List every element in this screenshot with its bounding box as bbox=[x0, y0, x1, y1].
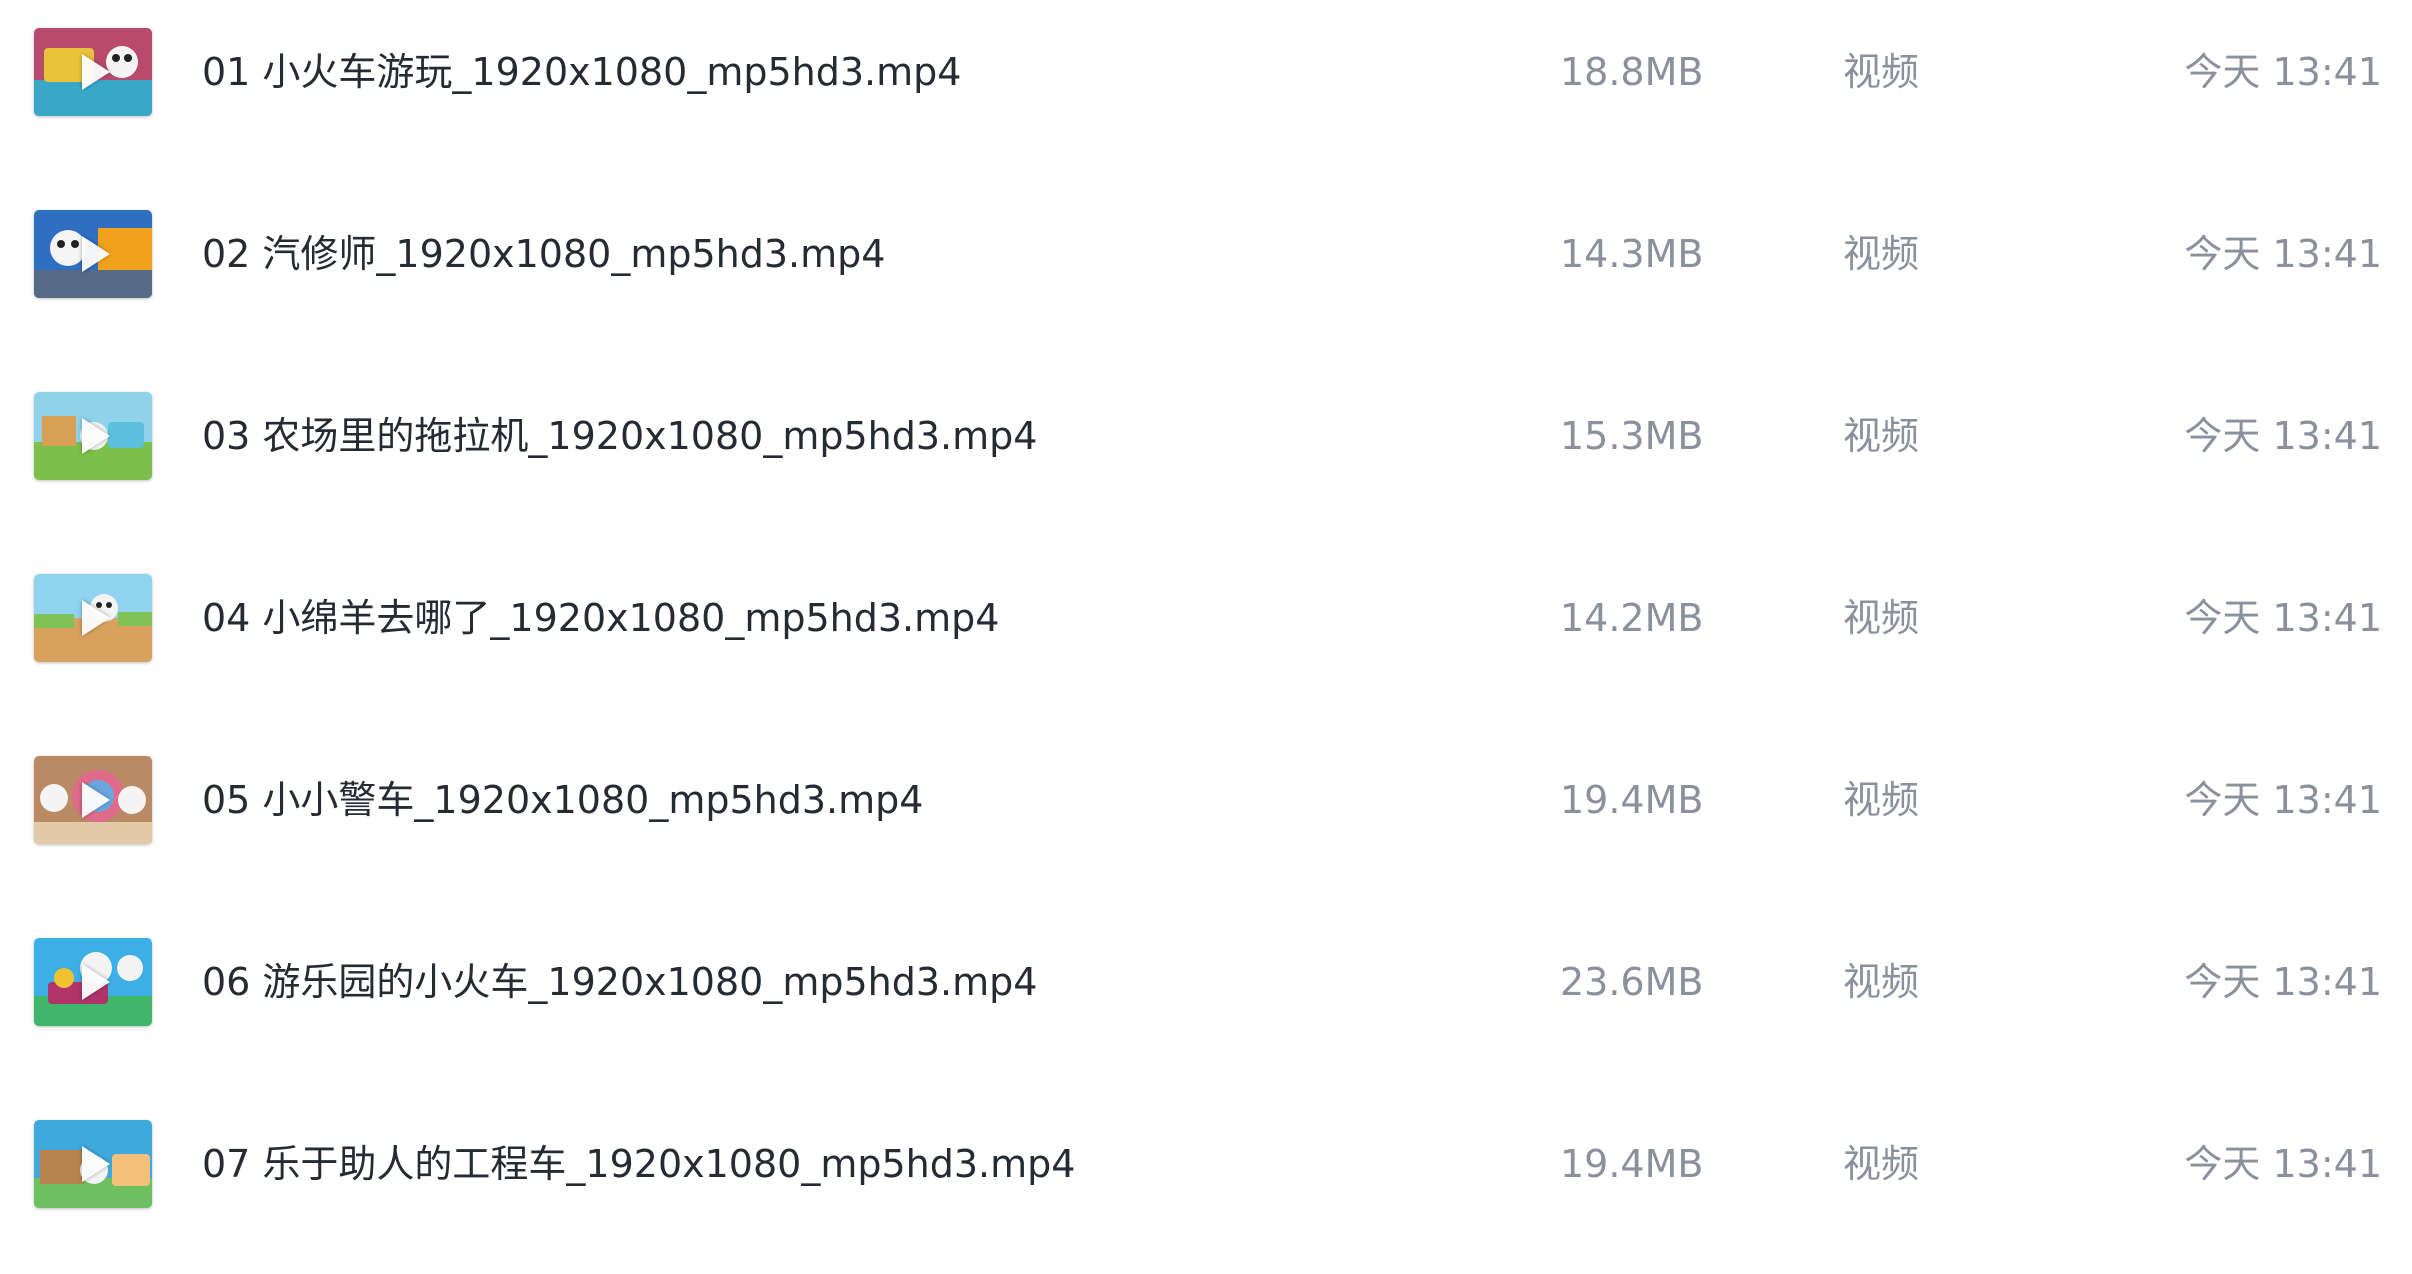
file-type: 视频 bbox=[1843, 960, 1920, 1004]
file-modified: 今天 13:41 bbox=[2184, 232, 2382, 276]
file-row[interactable]: 02 汽修师_1920x1080_mp5hd3.mp4 14.3MB 视频 今天… bbox=[0, 182, 2412, 364]
file-modified: 今天 13:41 bbox=[2184, 596, 2382, 640]
file-list: 01 小火车游玩_1920x1080_mp5hd3.mp4 18.8MB 视频 … bbox=[0, 0, 2412, 1221]
file-row[interactable]: 01 小火车游玩_1920x1080_mp5hd3.mp4 18.8MB 视频 … bbox=[0, 0, 2412, 182]
file-size: 15.3MB bbox=[1560, 414, 1704, 458]
file-size: 19.4MB bbox=[1560, 1142, 1704, 1186]
file-modified: 今天 13:41 bbox=[2184, 414, 2382, 458]
file-modified: 今天 13:41 bbox=[2184, 960, 2382, 1004]
file-row[interactable]: 05 小小警车_1920x1080_mp5hd3.mp4 19.4MB 视频 今… bbox=[0, 728, 2412, 910]
play-icon bbox=[34, 1120, 152, 1208]
video-thumbnail-icon[interactable] bbox=[34, 392, 152, 480]
play-icon bbox=[34, 392, 152, 480]
file-name[interactable]: 04 小绵羊去哪了_1920x1080_mp5hd3.mp4 bbox=[202, 592, 999, 644]
file-type: 视频 bbox=[1843, 1142, 1920, 1186]
play-icon bbox=[34, 756, 152, 844]
file-type: 视频 bbox=[1843, 596, 1920, 640]
file-name[interactable]: 02 汽修师_1920x1080_mp5hd3.mp4 bbox=[202, 228, 885, 280]
file-type: 视频 bbox=[1843, 232, 1920, 276]
video-thumbnail-icon[interactable] bbox=[34, 210, 152, 298]
video-thumbnail-icon[interactable] bbox=[34, 1120, 152, 1208]
file-modified: 今天 13:41 bbox=[2184, 1142, 2382, 1186]
file-name[interactable]: 03 农场里的拖拉机_1920x1080_mp5hd3.mp4 bbox=[202, 410, 1037, 462]
play-icon bbox=[34, 574, 152, 662]
file-size: 14.2MB bbox=[1560, 596, 1704, 640]
file-size: 23.6MB bbox=[1560, 960, 1704, 1004]
file-name[interactable]: 01 小火车游玩_1920x1080_mp5hd3.mp4 bbox=[202, 46, 961, 98]
play-icon bbox=[34, 210, 152, 298]
file-type: 视频 bbox=[1843, 414, 1920, 458]
video-thumbnail-icon[interactable] bbox=[34, 28, 152, 116]
video-thumbnail-icon[interactable] bbox=[34, 938, 152, 1026]
file-size: 14.3MB bbox=[1560, 232, 1704, 276]
file-size: 18.8MB bbox=[1560, 50, 1704, 94]
play-icon bbox=[34, 28, 152, 116]
file-row[interactable]: 04 小绵羊去哪了_1920x1080_mp5hd3.mp4 14.2MB 视频… bbox=[0, 546, 2412, 728]
file-row[interactable]: 03 农场里的拖拉机_1920x1080_mp5hd3.mp4 15.3MB 视… bbox=[0, 364, 2412, 546]
file-type: 视频 bbox=[1843, 50, 1920, 94]
file-name[interactable]: 05 小小警车_1920x1080_mp5hd3.mp4 bbox=[202, 774, 923, 826]
video-thumbnail-icon[interactable] bbox=[34, 756, 152, 844]
file-row[interactable]: 06 游乐园的小火车_1920x1080_mp5hd3.mp4 23.6MB 视… bbox=[0, 910, 2412, 1092]
file-modified: 今天 13:41 bbox=[2184, 778, 2382, 822]
file-modified: 今天 13:41 bbox=[2184, 50, 2382, 94]
file-name[interactable]: 07 乐于助人的工程车_1920x1080_mp5hd3.mp4 bbox=[202, 1138, 1075, 1190]
file-name[interactable]: 06 游乐园的小火车_1920x1080_mp5hd3.mp4 bbox=[202, 956, 1037, 1008]
file-size: 19.4MB bbox=[1560, 778, 1704, 822]
video-thumbnail-icon[interactable] bbox=[34, 574, 152, 662]
file-type: 视频 bbox=[1843, 778, 1920, 822]
play-icon bbox=[34, 938, 152, 1026]
file-row[interactable]: 07 乐于助人的工程车_1920x1080_mp5hd3.mp4 19.4MB … bbox=[0, 1092, 2412, 1274]
